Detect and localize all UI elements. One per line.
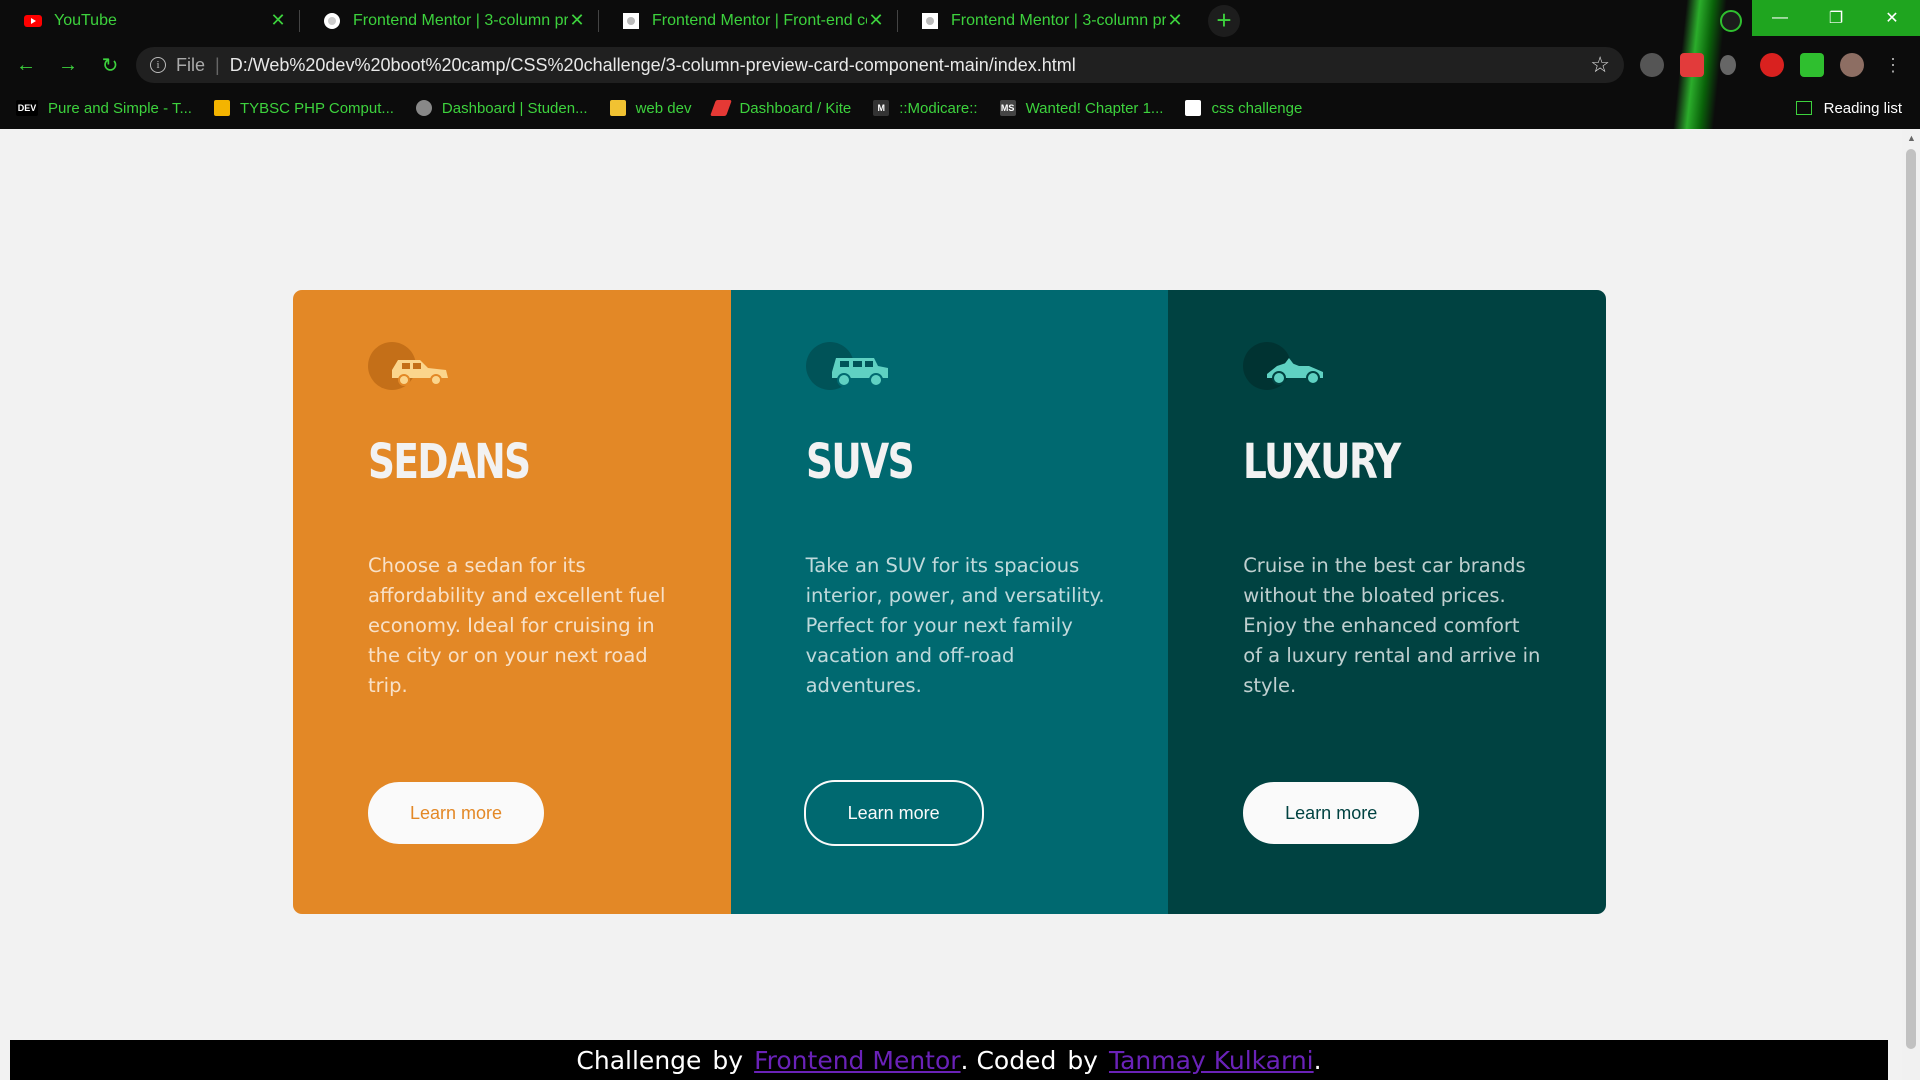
footer-text: Challenge (576, 1045, 702, 1075)
card-description: Choose a sedan for its affordability and… (368, 554, 666, 697)
tab-strip: YouTube ✕ Frontend Mentor | 3-column pre… (0, 0, 1240, 41)
bookmark-item[interactable]: TYBSC PHP Comput... (213, 100, 394, 117)
page-viewport: ▲ SEDANS Choose a sedan for its affordab… (0, 129, 1920, 1080)
address-bar[interactable]: i File | D:/Web%20dev%20boot%20camp/CSS%… (136, 47, 1624, 83)
scrollbar[interactable]: ▲ (1902, 129, 1920, 1080)
card-title: LUXURY (1243, 434, 1401, 490)
frontend-mentor-icon (324, 12, 340, 29)
card-title: SEDANS (368, 434, 531, 490)
footer-text: . Coded (960, 1045, 1057, 1075)
site-info-icon[interactable]: i (150, 57, 166, 73)
new-tab-button[interactable]: + (1208, 4, 1240, 37)
reading-list-icon (1795, 101, 1812, 115)
page-icon (1185, 100, 1202, 116)
dev-icon: DEV (16, 100, 38, 116)
tab-title: Frontend Mentor | 3-column preview card … (353, 11, 568, 29)
minimize-button[interactable]: — (1752, 0, 1808, 36)
ms-icon: MS (999, 100, 1016, 116)
author-link[interactable]: Tanmay Kulkarni (1109, 1046, 1314, 1075)
card-luxury: LUXURY Cruise in the best car brands wit… (1168, 290, 1606, 914)
preview-card-component: SEDANS Choose a sedan for its affordabil… (293, 290, 1606, 914)
back-icon[interactable]: ← (10, 50, 42, 82)
close-tab-icon[interactable]: ✕ (568, 10, 586, 31)
bookmark-item[interactable]: web dev (609, 100, 691, 117)
bookmark-item[interactable]: M::Modicare:: (873, 100, 978, 117)
frontend-mentor-icon (922, 12, 938, 29)
card-sedans: SEDANS Choose a sedan for its affordabil… (293, 290, 731, 914)
window-controls: — ❐ ✕ (1752, 0, 1920, 36)
tab-frontend-mentor-3[interactable]: Frontend Mentor | 3-column preview card … (897, 0, 1196, 41)
tab-title: Frontend Mentor | Front-end coding chall… (652, 11, 867, 29)
card-description: Cruise in the best car brands without th… (1243, 554, 1541, 697)
attribution-footer: Challenge by Frontend Mentor . Coded by … (10, 1040, 1888, 1080)
extension-icon[interactable] (1640, 53, 1664, 77)
profile-badge-icon[interactable] (1720, 10, 1742, 32)
modicare-icon: M (873, 100, 890, 116)
adblock-icon[interactable] (1760, 53, 1784, 77)
footer-text: . (1313, 1045, 1322, 1075)
bookmark-item[interactable]: Dashboard | Studen... (415, 100, 588, 117)
scheme-label: File (176, 54, 206, 75)
frontend-mentor-link[interactable]: Frontend Mentor (754, 1046, 960, 1075)
learn-more-button[interactable]: Learn more (1243, 782, 1420, 844)
bookmark-item[interactable]: DEV Pure and Simple - T... (16, 100, 192, 117)
frontend-mentor-icon (623, 12, 639, 29)
puzzle-icon[interactable] (1800, 53, 1824, 77)
bookmark-item[interactable]: css challenge (1185, 100, 1302, 117)
extension-icon[interactable] (1720, 55, 1736, 75)
kite-icon (710, 100, 733, 116)
luxury-car-icon (1243, 342, 1324, 390)
footer-text: by (712, 1045, 744, 1075)
browser-chrome: YouTube ✕ Frontend Mentor | 3-column pre… (0, 0, 1920, 129)
tab-title: Frontend Mentor | 3-column preview card … (951, 11, 1166, 29)
url-text[interactable]: D:/Web%20dev%20boot%20camp/CSS%20challen… (230, 55, 1591, 76)
close-tab-icon[interactable]: ✕ (867, 10, 885, 31)
learn-more-button[interactable]: Learn more (368, 782, 544, 844)
toolbar: ← → ↻ i File | D:/Web%20dev%20boot%20cam… (0, 45, 1920, 86)
tab-frontend-mentor-2[interactable]: Frontend Mentor | Front-end coding chall… (598, 0, 897, 41)
bookmark-item[interactable]: MS Wanted! Chapter 1... (999, 100, 1163, 117)
youtube-icon (24, 14, 42, 27)
sedan-car-icon (368, 342, 448, 390)
card-title: SUVS (805, 434, 915, 490)
menu-icon[interactable]: ⋮ (1884, 53, 1902, 77)
omnibox-separator: | (215, 54, 220, 75)
card-suvs: SUVS Take an SUV for its spacious interi… (730, 290, 1169, 914)
bookmark-item[interactable]: Dashboard / Kite (710, 100, 851, 117)
close-tab-icon[interactable]: ✕ (269, 10, 287, 31)
learn-more-button[interactable]: Learn more (803, 780, 984, 846)
card-description: Take an SUV for its spacious interior, p… (805, 554, 1105, 697)
suv-car-icon (805, 342, 888, 390)
restore-button[interactable]: ❐ (1808, 0, 1864, 36)
footer-text: by (1067, 1045, 1098, 1075)
scrollbar-thumb[interactable] (1906, 149, 1916, 1049)
tab-youtube[interactable]: YouTube ✕ (0, 0, 299, 41)
close-tab-icon[interactable]: ✕ (1166, 10, 1184, 31)
close-window-button[interactable]: ✕ (1864, 0, 1920, 36)
bookmarks-bar: DEV Pure and Simple - T... TYBSC PHP Comp… (0, 94, 1920, 122)
tab-frontend-mentor-1[interactable]: Frontend Mentor | 3-column preview card … (299, 0, 598, 41)
reading-list-button[interactable]: Reading list (1795, 94, 1902, 122)
scroll-up-icon[interactable]: ▲ (1907, 133, 1916, 143)
reload-icon[interactable]: ↻ (94, 50, 126, 82)
extension-icon[interactable] (1680, 53, 1704, 77)
bookmark-star-icon[interactable]: ☆ (1590, 52, 1610, 78)
classroom-icon (213, 100, 230, 116)
forward-icon[interactable]: → (52, 50, 84, 82)
folder-icon (609, 100, 626, 116)
student-icon (415, 100, 432, 116)
tab-title: YouTube (54, 11, 117, 29)
avatar[interactable] (1840, 53, 1864, 77)
